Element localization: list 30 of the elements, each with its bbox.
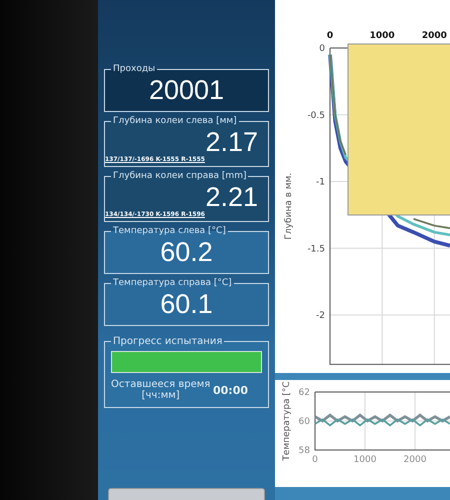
reading-value: 60.1 xyxy=(159,288,214,320)
tick-label: -1 xyxy=(316,178,325,188)
reading-value: 20001 xyxy=(148,74,226,106)
panel-label: Прогресс испытания xyxy=(112,336,224,347)
tick-label: 62 xyxy=(298,388,310,398)
tick-label: 1000 xyxy=(354,455,376,465)
remaining-time: 00:00 xyxy=(212,384,248,396)
tick-label: -0.5 xyxy=(307,110,325,121)
panel-label: Проходы xyxy=(112,64,156,74)
remaining-label: Оставшееся время xyxy=(111,379,210,390)
axis-title: Глубина в мм. xyxy=(284,172,294,240)
tick-label: 0 xyxy=(312,455,318,465)
tick-label: -2 xyxy=(316,311,325,321)
tick-label: 0 xyxy=(326,31,334,41)
reading-value: 2.17 xyxy=(204,126,259,158)
tick-label: 2000 xyxy=(404,455,426,465)
tick-label: -1.5 xyxy=(307,244,325,254)
panel-label: Температура слева [°C] xyxy=(112,226,227,236)
panel-label: Глубина колеи справа [mm] xyxy=(112,171,248,181)
tick-label: 1000 xyxy=(370,31,395,41)
axis-title: Температура [°С xyxy=(282,381,292,461)
reading-value: 2.21 xyxy=(204,181,259,213)
reading-value: 60.2 xyxy=(159,236,214,268)
panel-label: Температура справа [°C] xyxy=(112,278,233,288)
tick-label: 0 xyxy=(319,44,325,54)
panel-label: Глубина колеи слева [мм] xyxy=(112,116,238,126)
tick-label: 2000 xyxy=(422,31,447,41)
tick-label: 60 xyxy=(298,417,310,427)
remaining-unit: [чч:мм] xyxy=(142,390,180,401)
tick-label: 58 xyxy=(298,446,310,456)
